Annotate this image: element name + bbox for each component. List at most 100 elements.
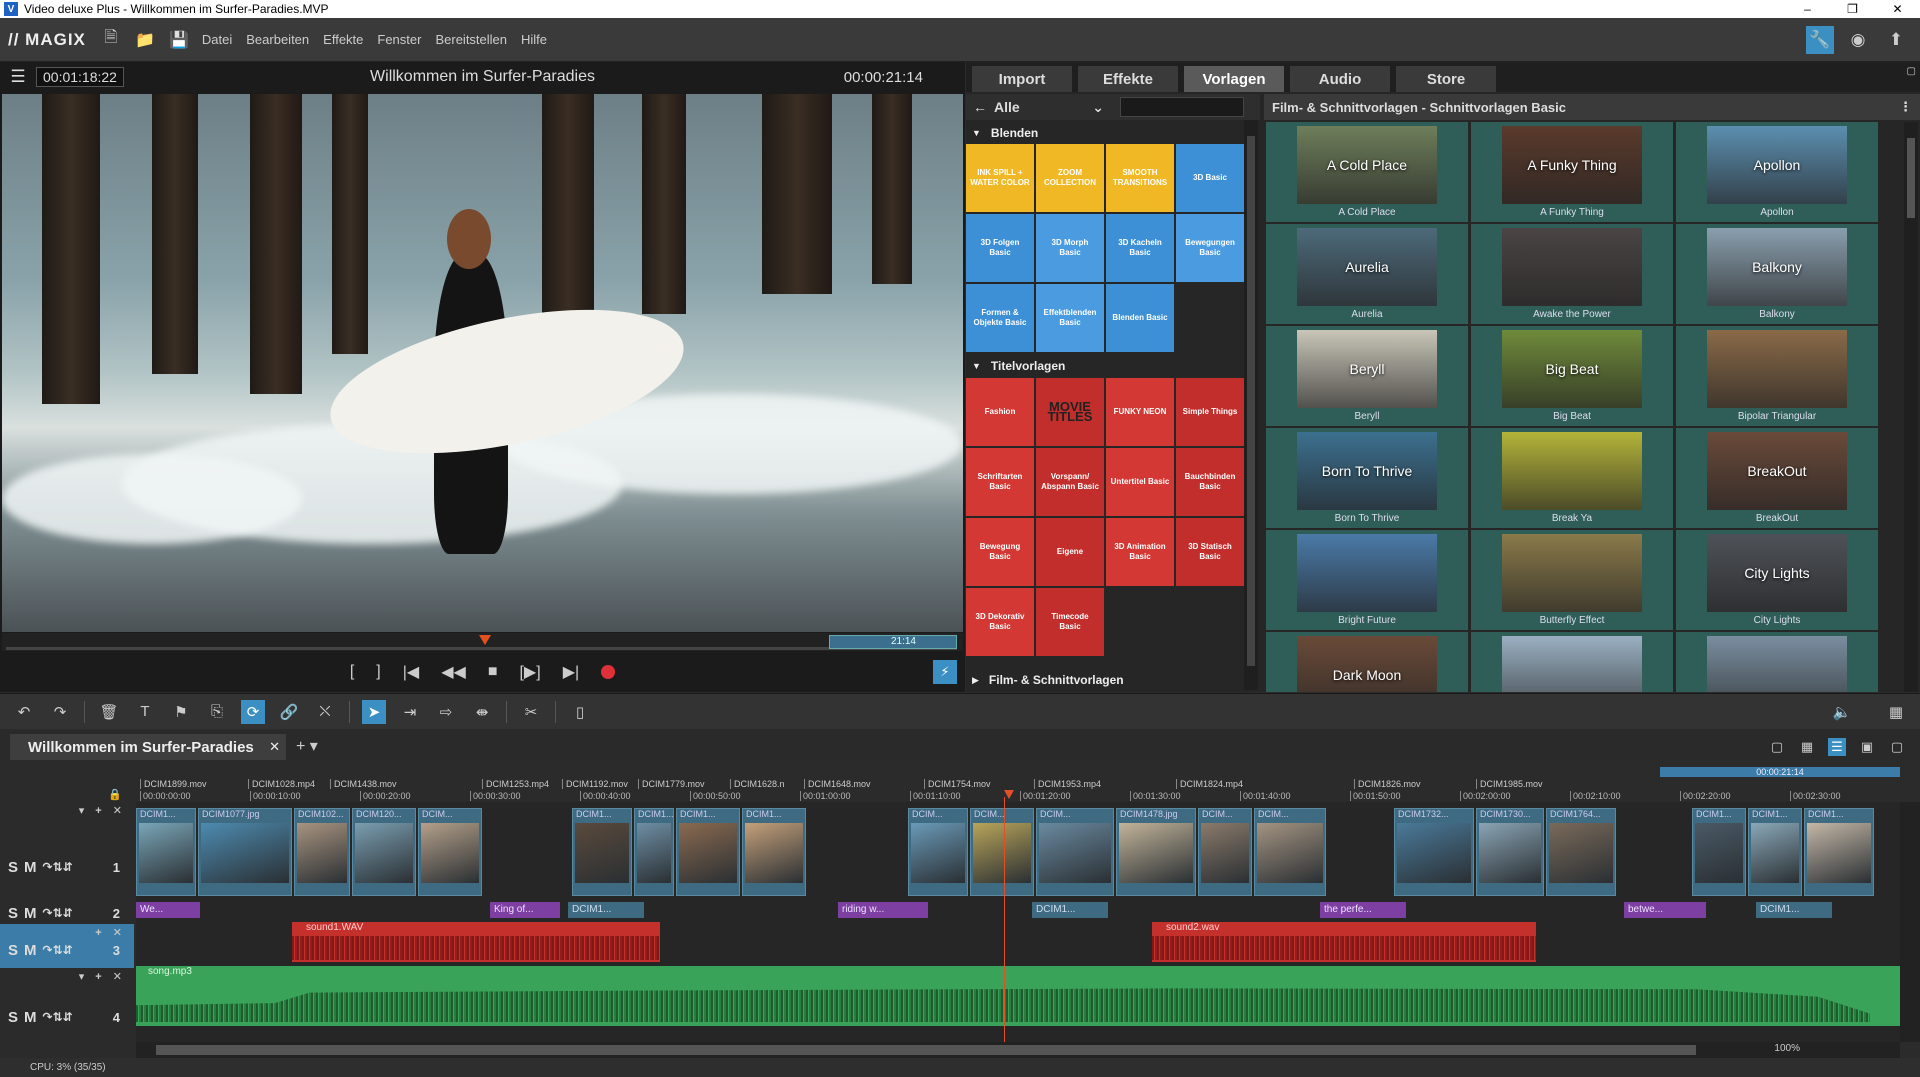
title-tile[interactable]: FUNKY NEON xyxy=(1106,378,1174,446)
open-folder-icon[interactable]: 📁 xyxy=(134,29,156,51)
timeline-ruler[interactable]: 00:00:21:14 DCIM1899.mov DCIM1028.mp4 DCIM… xyxy=(136,762,1900,802)
title-clip[interactable]: DCIM1... xyxy=(1032,902,1108,918)
transition-tile[interactable]: Effektblenden Basic xyxy=(1036,284,1104,352)
panel-float-icon[interactable]: ▢ xyxy=(1888,738,1906,756)
mark-in-icon[interactable]: [ xyxy=(350,663,354,681)
music-clip[interactable]: song.mp3 xyxy=(136,966,1900,1026)
menu-bearbeiten[interactable]: Bearbeiten xyxy=(246,32,309,47)
right-scrollbar[interactable] xyxy=(1904,122,1918,692)
track-tools-icon[interactable]: ↷⇅⇵ xyxy=(43,943,73,957)
link-icon[interactable]: 🔗 xyxy=(277,700,301,724)
playhead-marker[interactable] xyxy=(479,635,491,645)
mute-button[interactable]: M xyxy=(24,859,37,876)
ruler-playhead-marker[interactable] xyxy=(1004,790,1014,799)
timeline-tracks[interactable]: song.mp3 DCIM1... DCIM1077.jpg DCIM102... D… xyxy=(136,802,1900,1042)
title-tile[interactable]: Bewegung Basic xyxy=(966,518,1034,586)
video-clip[interactable]: DCIM... xyxy=(1036,808,1114,896)
video-clip[interactable]: DCIM1... xyxy=(1804,808,1874,896)
timeline-hscroll[interactable]: 100% xyxy=(136,1042,1900,1058)
tab-store[interactable]: Store xyxy=(1396,66,1496,92)
video-clip[interactable]: DCIM... xyxy=(1254,808,1326,896)
title-tile[interactable]: 3D Statisch Basic xyxy=(1176,518,1244,586)
template-card[interactable]: Big Beat Big Beat xyxy=(1471,326,1673,426)
video-clip[interactable]: DCIM1077.jpg xyxy=(198,808,292,896)
loop-icon[interactable]: ⟳ xyxy=(241,699,265,724)
close-tab-icon[interactable]: ✕ xyxy=(269,739,280,755)
video-clip[interactable]: DCIM1... xyxy=(136,808,196,896)
video-clip[interactable]: DCIM1732... xyxy=(1394,808,1474,896)
range-select-icon[interactable]: ⇨ xyxy=(434,700,458,724)
transition-tile[interactable]: INK SPILL + WATER COLOR xyxy=(966,144,1034,212)
volume-icon[interactable]: 🔈 xyxy=(1830,700,1854,724)
template-card[interactable]: Awake the Power xyxy=(1471,224,1673,324)
mute-button[interactable]: M xyxy=(24,942,37,959)
tab-audio[interactable]: Audio xyxy=(1290,66,1390,92)
solo-button[interactable]: S xyxy=(8,905,18,922)
timeline-playhead[interactable] xyxy=(1004,797,1005,1042)
template-card[interactable]: BreakOut BreakOut xyxy=(1676,428,1878,528)
close-button[interactable]: ✕ xyxy=(1875,2,1920,16)
left-scrollbar[interactable] xyxy=(1244,120,1258,690)
template-card[interactable]: City Lights City Lights xyxy=(1676,530,1878,630)
video-clip[interactable]: DCIM1478.jpg xyxy=(1116,808,1196,896)
filter-dropdown[interactable]: Alle ⌄ xyxy=(994,99,1104,116)
template-card[interactable]: A Cold Place A Cold Place xyxy=(1266,122,1468,222)
menu-bereitstellen[interactable]: Bereitstellen xyxy=(435,32,507,47)
title-tile[interactable]: MOVIE TITLES xyxy=(1036,378,1104,446)
prev-frame-icon[interactable]: ◀◀ xyxy=(441,662,466,682)
transition-tile[interactable]: Bewegungen Basic xyxy=(1176,214,1244,282)
view-multicam-icon[interactable]: ▣ xyxy=(1858,738,1876,756)
title-tile[interactable]: Simple Things xyxy=(1176,378,1244,446)
tab-import[interactable]: Import xyxy=(972,66,1072,92)
add-tab-icon[interactable]: + ▾ xyxy=(296,736,318,756)
view-single-icon[interactable]: ▢ xyxy=(1768,738,1786,756)
audio-clip[interactable]: sound2.wav xyxy=(1152,922,1536,962)
track-tools-icon[interactable]: ↷⇅⇵ xyxy=(43,860,73,874)
transition-tile[interactable]: ZOOM COLLECTION xyxy=(1036,144,1104,212)
marker-flag-icon[interactable]: ⚑ xyxy=(169,700,193,724)
video-clip[interactable]: DCIM1... xyxy=(1748,808,1802,896)
menu-effekte[interactable]: Effekte xyxy=(323,32,363,47)
template-card[interactable] xyxy=(1676,632,1878,692)
save-icon[interactable]: 💾 xyxy=(168,29,190,51)
track-tools-icon[interactable]: ↷⇅⇵ xyxy=(43,906,73,920)
audio-clip[interactable]: sound1.WAV xyxy=(292,922,660,962)
menu-fenster[interactable]: Fenster xyxy=(377,32,421,47)
transition-tile[interactable]: 3D Kacheln Basic xyxy=(1106,214,1174,282)
category-titelvorlagen[interactable]: ▼ Titelvorlagen xyxy=(966,355,1252,377)
minimize-button[interactable]: – xyxy=(1785,2,1830,16)
go-end-icon[interactable]: ▶| xyxy=(563,662,579,682)
template-card[interactable]: Bipolar Triangular xyxy=(1676,326,1878,426)
disc-icon[interactable]: ◉ xyxy=(1844,26,1872,54)
title-clip[interactable]: DCIM1... xyxy=(568,902,644,918)
transition-tile[interactable]: Formen & Objekte Basic xyxy=(966,284,1034,352)
mark-out-icon[interactable]: ] xyxy=(376,663,380,681)
title-tile[interactable]: Bauchbinden Basic xyxy=(1176,448,1244,516)
template-card[interactable]: Aurelia Aurelia xyxy=(1266,224,1468,324)
title-clip[interactable]: We... xyxy=(136,902,200,918)
category-film-schnittvorlagen[interactable]: ▶ Film- & Schnittvorlagen xyxy=(966,669,1252,691)
template-card[interactable]: Break Ya xyxy=(1471,428,1673,528)
track-controls[interactable]: + ✕ xyxy=(95,926,126,939)
video-clip[interactable]: DCIM1... xyxy=(572,808,632,896)
transition-tile[interactable]: 3D Folgen Basic xyxy=(966,214,1034,282)
pointer-tool-icon[interactable]: ➤ xyxy=(362,699,386,724)
tools-icon[interactable]: 🔧 xyxy=(1806,25,1834,54)
tab-effekte[interactable]: Effekte xyxy=(1078,66,1178,92)
template-card[interactable]: Bright Future xyxy=(1266,530,1468,630)
project-tab[interactable]: Willkommen im Surfer-Paradies ✕ xyxy=(10,734,286,760)
template-card[interactable]: Dark Moon xyxy=(1266,632,1468,692)
title-clip[interactable]: DCIM1... xyxy=(1756,902,1832,918)
split-icon[interactable]: ⎘ xyxy=(205,700,229,724)
menu-hilfe[interactable]: Hilfe xyxy=(521,32,547,47)
transition-tile[interactable]: Blenden Basic xyxy=(1106,284,1174,352)
title-icon[interactable]: T xyxy=(133,700,157,724)
mute-button[interactable]: M xyxy=(24,1009,37,1026)
title-clip[interactable]: King of... xyxy=(490,902,560,918)
zoom-level[interactable]: 100% xyxy=(1774,1043,1800,1054)
unlink-icon[interactable]: ⛌ xyxy=(313,700,337,724)
video-clip[interactable]: DCIM1... xyxy=(676,808,740,896)
view-timeline-icon[interactable]: ☰ xyxy=(1828,738,1846,756)
video-frame[interactable] xyxy=(2,94,963,632)
video-clip[interactable]: DCIM102... xyxy=(294,808,350,896)
